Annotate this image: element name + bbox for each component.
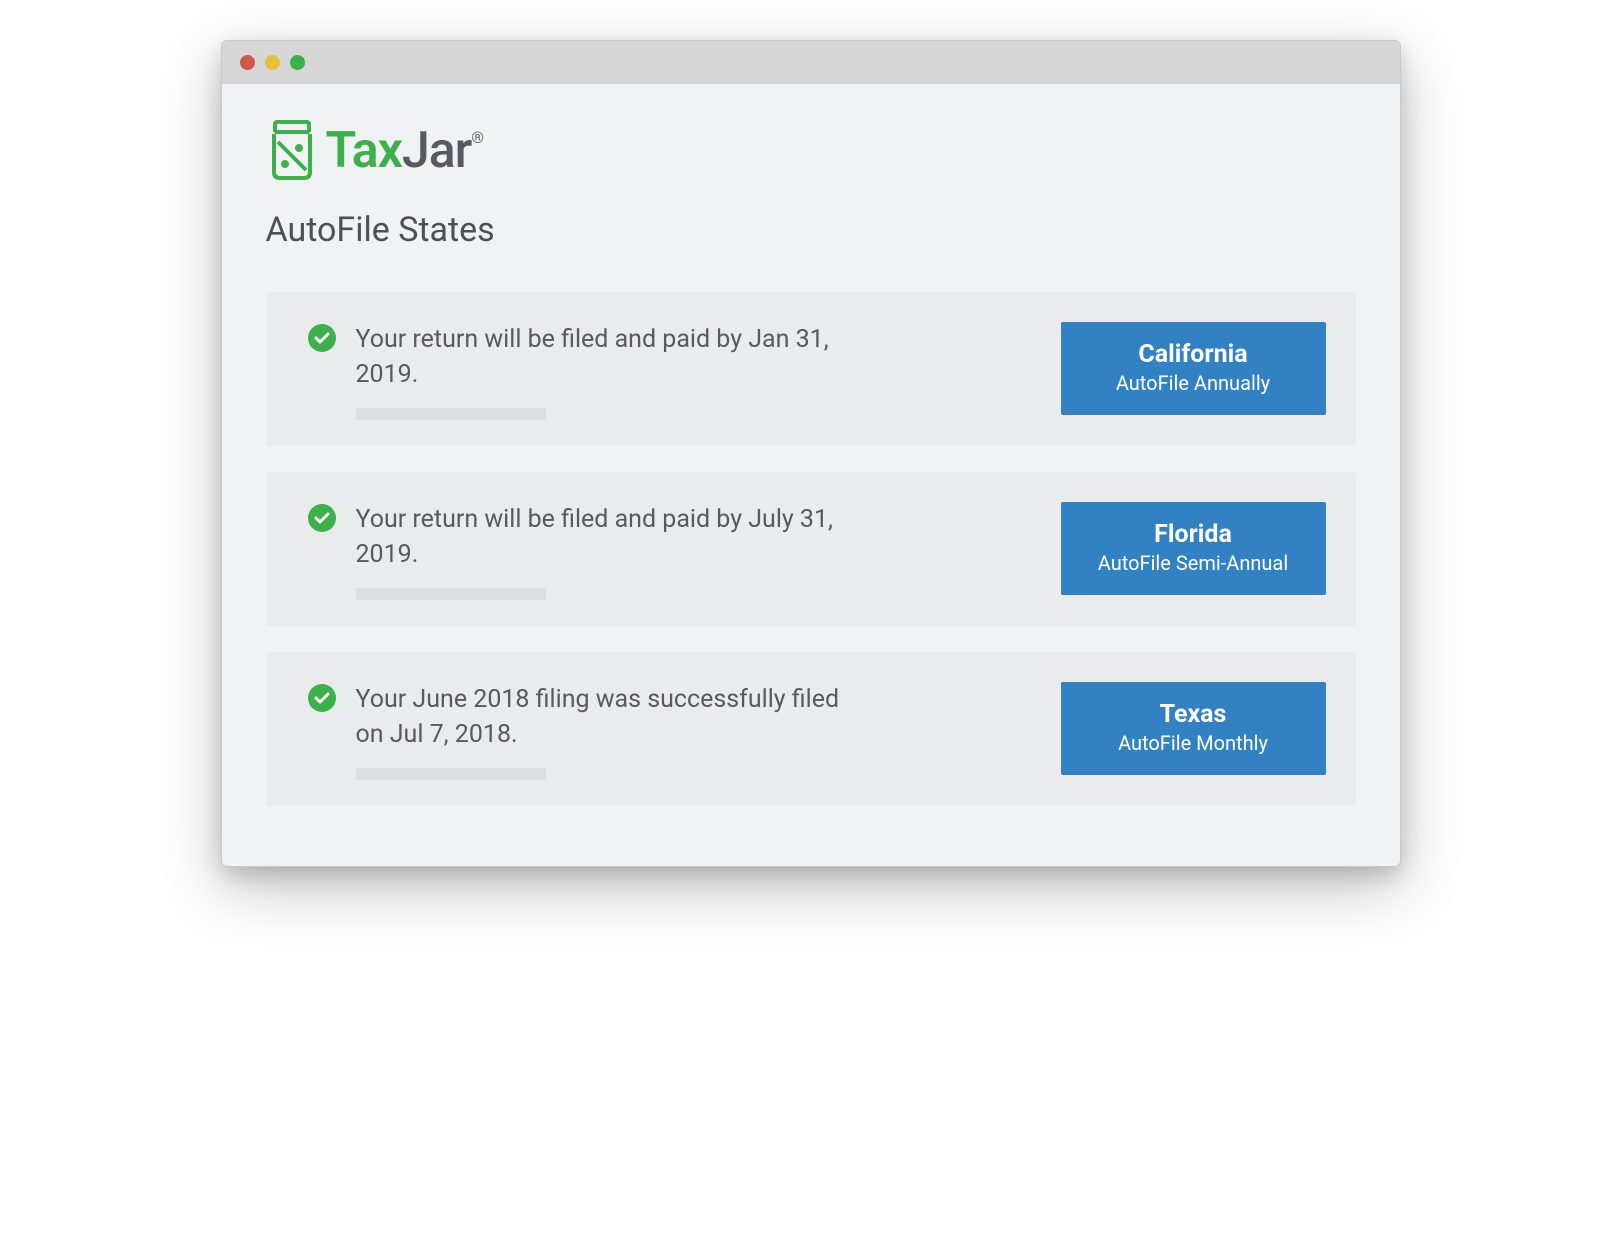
check-circle-icon (308, 324, 336, 352)
jar-icon (266, 120, 318, 182)
card-status-area: Your return will be filed and paid by Ja… (308, 322, 1061, 420)
placeholder-bar (356, 588, 546, 600)
state-frequency: AutoFile Semi-Annual (1073, 551, 1314, 575)
window-titlebar (222, 41, 1400, 84)
state-chip[interactable]: Florida AutoFile Semi-Annual (1061, 502, 1326, 595)
maximize-window-button[interactable] (290, 55, 305, 70)
brand-name-part1: Tax (326, 122, 402, 180)
check-circle-icon (308, 504, 336, 532)
card-status-area: Your June 2018 filing was successfully f… (308, 682, 1061, 780)
close-window-button[interactable] (240, 55, 255, 70)
state-frequency: AutoFile Monthly (1073, 731, 1314, 755)
state-frequency: AutoFile Annually (1073, 371, 1314, 395)
state-name: Texas (1073, 700, 1314, 729)
state-name: California (1073, 340, 1314, 369)
placeholder-bar (356, 408, 546, 420)
status-message: Your return will be filed and paid by Ju… (356, 502, 856, 572)
brand-logo: TaxJar® (266, 120, 1356, 182)
app-window: TaxJar® AutoFile States Your return will… (221, 40, 1401, 867)
status-message: Your June 2018 filing was successfully f… (356, 682, 856, 752)
state-card: Your return will be filed and paid by Ju… (266, 472, 1356, 626)
state-card: Your June 2018 filing was successfully f… (266, 652, 1356, 806)
page-title: AutoFile States (266, 210, 1356, 250)
state-chip[interactable]: Texas AutoFile Monthly (1061, 682, 1326, 775)
window-content: TaxJar® AutoFile States Your return will… (222, 84, 1400, 866)
placeholder-bar (356, 768, 546, 780)
check-circle-icon (308, 684, 336, 712)
state-name: Florida (1073, 520, 1314, 549)
card-status-area: Your return will be filed and paid by Ju… (308, 502, 1061, 600)
brand-name-part2: Jar (402, 122, 471, 180)
brand-name: TaxJar® (326, 122, 483, 180)
status-message: Your return will be filed and paid by Ja… (356, 322, 856, 392)
minimize-window-button[interactable] (265, 55, 280, 70)
brand-registered-mark: ® (471, 128, 483, 147)
state-card: Your return will be filed and paid by Ja… (266, 292, 1356, 446)
state-chip[interactable]: California AutoFile Annually (1061, 322, 1326, 415)
